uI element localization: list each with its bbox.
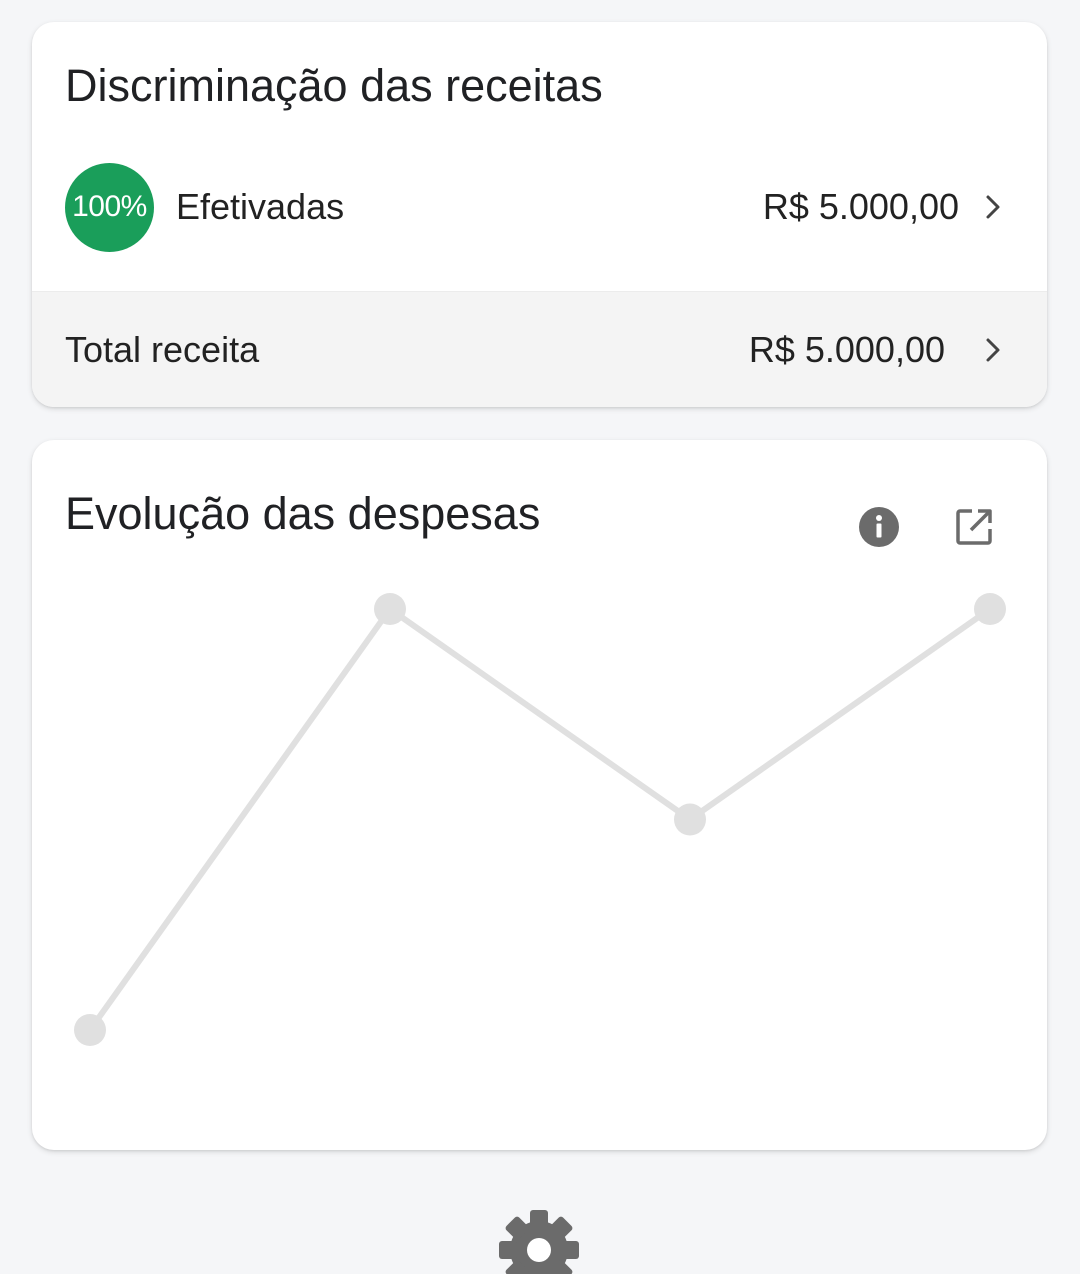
chart-line-segment [687,606,993,823]
effective-income-row[interactable]: 100% Efetivadas R$ 5.000,00 [32,162,1047,252]
effective-income-label: Efetivadas [176,186,345,227]
total-income-label: Total receita [65,328,260,370]
chart-data-point[interactable] [974,593,1006,625]
chart-line-segment [387,606,693,823]
chart-line-segment [87,606,393,1033]
chevron-right-icon [983,193,1003,221]
income-breakdown-title: Discriminação das receitas [65,60,603,111]
expense-evolution-card: Evolução das despesas [32,440,1047,1150]
chart-data-point[interactable] [674,803,706,836]
income-breakdown-card: Discriminação das receitas 100% Efetivad… [32,22,1047,407]
total-income-row[interactable]: Total receita R$ 5.000,00 [32,291,1047,407]
gear-icon[interactable] [499,1210,579,1274]
chart-data-point[interactable] [74,1014,106,1046]
total-income-value: R$ 5.000,00 [748,328,945,370]
effective-percent-badge: 100% [65,162,154,252]
expense-line-chart [74,593,1006,1046]
chart-data-point[interactable] [374,593,406,625]
chevron-right-icon [983,336,1003,364]
effective-income-value: R$ 5.000,00 [762,186,959,227]
page: Discriminação das receitas 100% Efetivad… [0,0,1080,1274]
